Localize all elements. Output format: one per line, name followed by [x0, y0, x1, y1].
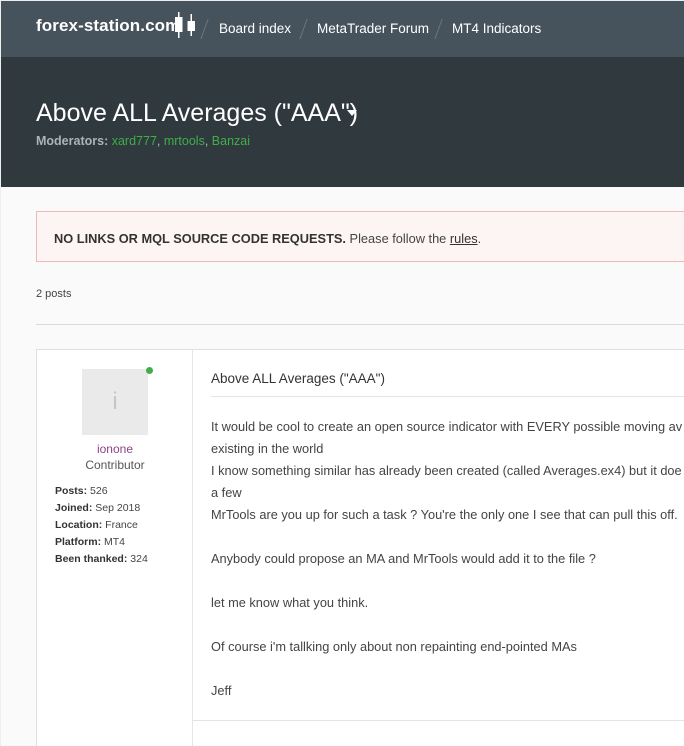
post-text-line: MrTools are you up for such a task ? You… — [211, 507, 678, 522]
post-text-line — [211, 570, 684, 592]
post-title[interactable]: Above ALL Averages ("AAA") — [211, 371, 385, 386]
post-text-line: a few — [211, 485, 242, 500]
post-text-line: Of course i'm tallking only about non re… — [211, 639, 577, 654]
candlestick-icon — [175, 12, 195, 38]
breadcrumb-metatrader-forum[interactable]: MetaTrader Forum — [317, 21, 429, 36]
dropdown-caret-icon[interactable] — [347, 110, 357, 116]
post-text-line — [211, 658, 684, 680]
online-status-icon — [146, 367, 153, 374]
breadcrumb-separator — [200, 19, 209, 39]
username-link[interactable]: ionone — [37, 442, 193, 456]
post: i ionone Contributor Posts: 526 Joined: … — [36, 349, 684, 746]
avatar[interactable]: i — [82, 369, 148, 435]
post-text-line: let me know what you think. — [211, 595, 369, 610]
post-text-line: I know something similar has already bee… — [211, 463, 682, 478]
divider — [193, 720, 684, 721]
breadcrumb-board-index[interactable]: Board index — [219, 21, 291, 36]
post-text-line: Anybody could propose an MA and MrTools … — [211, 551, 596, 566]
moderators-line: Moderators: xard777, mrtools, Banzai — [36, 134, 251, 148]
post-text-line: It would be cool to create an open sourc… — [211, 419, 683, 434]
moderator-link[interactable]: Banzai — [212, 134, 250, 148]
breadcrumb-separator — [299, 19, 308, 39]
moderators-label: Moderators: — [36, 134, 109, 148]
notice-text: NO LINKS OR MQL SOURCE CODE REQUESTS. Pl… — [54, 231, 482, 246]
moderator-link[interactable]: xard777 — [112, 134, 157, 148]
forum-header: Above ALL Averages ("AAA") Moderators: x… — [1, 57, 684, 187]
stat-platform: Platform: MT4 — [55, 536, 126, 548]
stat-posts: Posts: 526 — [55, 485, 108, 497]
breadcrumb-separator — [434, 19, 443, 39]
notice-heading: NO LINKS OR MQL SOURCE CODE REQUESTS. — [54, 231, 346, 246]
post-text-line: Jeff — [211, 683, 232, 698]
stat-joined: Joined: Sep 2018 — [55, 502, 141, 514]
stat-location: Location: France — [55, 519, 138, 531]
user-rank: Contributor — [85, 458, 145, 472]
site-logo[interactable]: forex-station.com — [36, 16, 180, 36]
post-text-line — [211, 614, 684, 636]
page: forex-station.com Board index MetaTrader… — [1, 1, 684, 746]
stat-thanked: Been thanked: 324 — [55, 553, 148, 565]
top-navbar: forex-station.com Board index MetaTrader… — [1, 1, 684, 57]
page-title[interactable]: Above ALL Averages ("AAA") — [36, 99, 358, 128]
post-text-line: existing in the world — [211, 441, 324, 456]
post-count: 2 posts — [36, 288, 72, 300]
post-body: Above ALL Averages ("AAA") It would be c… — [193, 350, 684, 746]
rules-link[interactable]: rules — [450, 231, 478, 246]
post-text-line — [211, 526, 684, 548]
user-stats: Posts: 526 Joined: Sep 2018 Location: Fr… — [55, 483, 148, 568]
post-profile: i ionone Contributor Posts: 526 Joined: … — [37, 350, 193, 746]
moderator-link[interactable]: mrtools — [164, 134, 205, 148]
divider — [36, 324, 684, 325]
divider — [211, 396, 684, 397]
rules-notice: NO LINKS OR MQL SOURCE CODE REQUESTS. Pl… — [36, 211, 684, 262]
breadcrumb-mt4-indicators[interactable]: MT4 Indicators — [452, 21, 541, 36]
post-content: It would be cool to create an open sourc… — [211, 416, 684, 702]
